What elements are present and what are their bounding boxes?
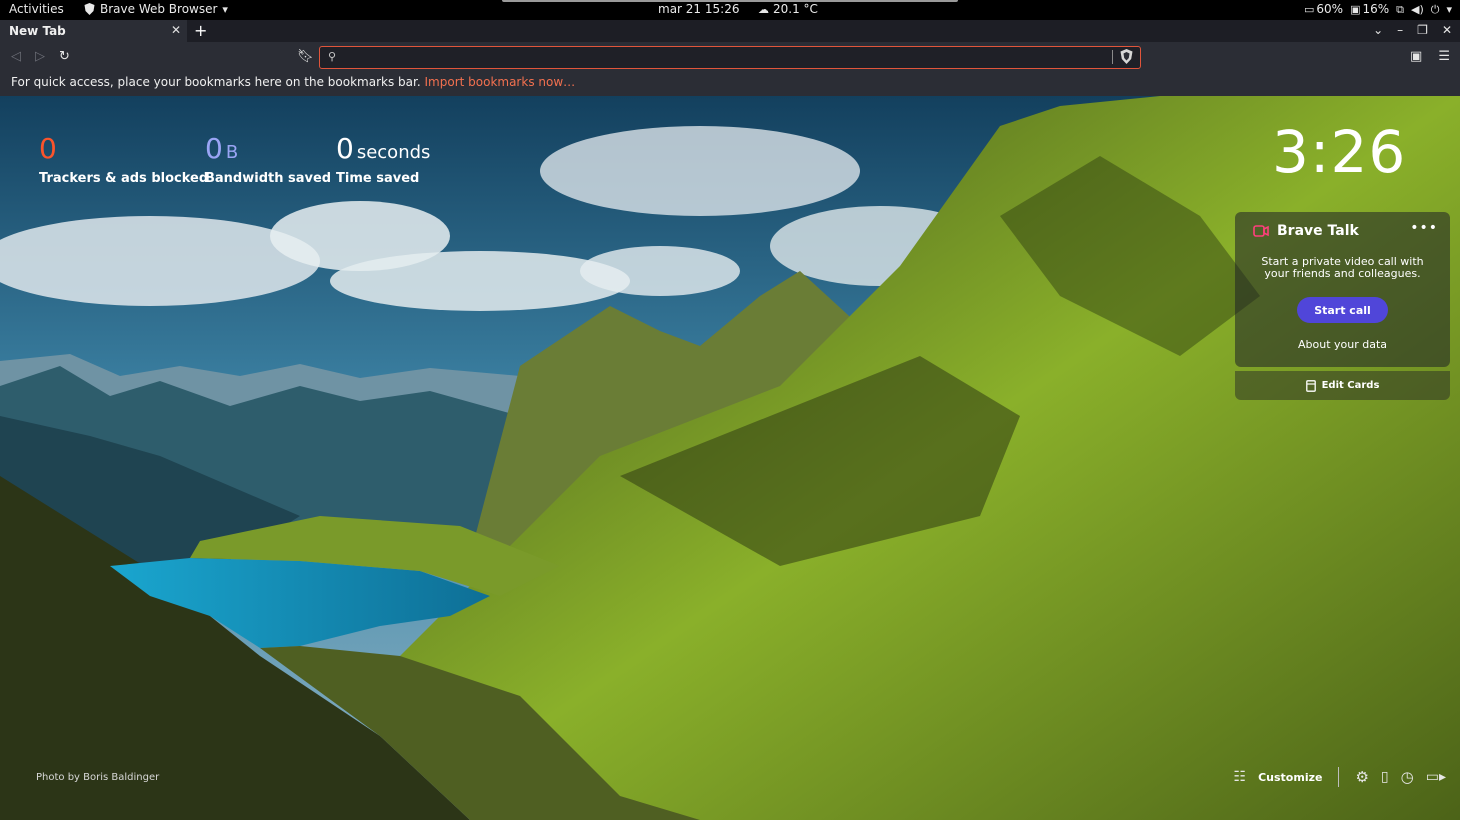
toolbar-actions: ▣ ☰ [1410,49,1450,64]
wallet-icon[interactable]: ▣ [1410,49,1422,64]
start-call-button[interactable]: Start call [1297,297,1388,323]
battery-indicator[interactable]: ▭ 60% [1304,2,1343,16]
brave-talk-header: Brave Talk [1253,223,1359,239]
settings-icon[interactable]: ⚙ [1355,769,1368,785]
disk-icon: ▣ [1350,2,1361,16]
customize-button[interactable]: Customize [1258,771,1322,784]
clock-widget: 3:26 [1272,118,1407,186]
time-count: 0 [336,132,354,165]
power-icon[interactable]: ⏻ [1431,4,1440,15]
gnome-top-bar: Activities Brave Web Browser ▾ mar 21 15… [0,0,1460,20]
video-camera-icon[interactable]: ▭▸ [1426,770,1446,784]
cloud-icon: ☁ [758,2,769,16]
network-icon[interactable]: ⧉ [1396,4,1404,15]
time-unit: seconds [356,142,431,163]
close-icon[interactable]: ✕ [1442,23,1452,37]
bandwidth-count: 0 [205,132,223,165]
bookmark-icon[interactable]: 🔖︎ [297,49,314,64]
back-icon[interactable]: ◁ [11,49,21,64]
battery-level: 60% [1316,2,1344,16]
photo-credit[interactable]: Photo by Boris Baldinger [36,772,159,783]
history-icon[interactable]: ◷ [1401,769,1414,785]
chevron-down-icon: ▾ [222,2,228,16]
volume-icon[interactable]: ◀) [1411,4,1424,15]
tab-new-tab[interactable]: New Tab ✕ [0,20,187,42]
search-icon: ⚲ [328,50,337,63]
weather[interactable]: ☁ 20.1 °C [758,2,818,16]
brave-shield-icon[interactable] [1120,49,1133,64]
bottom-toolbar: ☷ Customize ⚙ ▯ ◷ ▭▸ [1234,767,1446,787]
weather-temp: 20.1 °C [773,2,818,16]
chevron-down-icon[interactable]: ⌄ [1373,23,1383,37]
bandwidth-unit: B [225,142,239,163]
brave-talk-description: Start a private video call with your fri… [1261,255,1424,280]
date-time[interactable]: mar 21 15:26 [658,2,739,16]
trackers-count: 0 [39,132,57,165]
trackers-label: Trackers & ads blocked [39,171,209,186]
tab-strip: New Tab ✕ + ⌄ – ❐ ✕ [0,20,1460,42]
stat-trackers: 0 Trackers & ads blocked [39,132,209,187]
stat-bandwidth: 0B Bandwidth saved [205,132,332,187]
chevron-down-icon[interactable]: ▾ [1446,4,1452,15]
activities-button[interactable]: Activities [9,2,64,16]
storage-indicator[interactable]: ▣ 16% [1350,2,1389,16]
menu-icon[interactable]: ☰ [1438,49,1450,64]
brave-talk-title: Brave Talk [1277,223,1359,239]
background-photo [0,96,1460,820]
import-bookmarks-link[interactable]: Import bookmarks now… [425,75,576,89]
toolbar: ◁ ▷ ↻ 🔖︎ ⚲ ▣ ☰ [0,42,1460,72]
customize-icon[interactable]: ☷ [1234,770,1247,784]
brave-shield-icon [84,3,95,15]
storage-level: 16% [1362,2,1390,16]
bookmarks-hint: For quick access, place your bookmarks h… [11,75,575,89]
bandwidth-label: Bandwidth saved [205,171,332,186]
close-icon[interactable]: ✕ [171,23,181,37]
bookmarks-hint-text: For quick access, place your bookmarks h… [11,75,421,89]
landscape-illustration [0,96,1460,820]
bottom-divider [1338,767,1340,787]
about-data-link[interactable]: About your data [1235,338,1450,351]
edit-cards-icon [1305,379,1316,392]
minimize-icon[interactable]: – [1397,23,1403,37]
app-menu[interactable]: Brave Web Browser ▾ [84,2,228,16]
plus-icon[interactable]: + [194,21,207,40]
address-input[interactable] [346,48,1110,68]
app-name: Brave Web Browser [100,2,218,16]
forward-icon[interactable]: ▷ [35,49,45,64]
edit-cards-button[interactable]: Edit Cards [1235,371,1450,400]
brave-talk-icon [1253,225,1269,237]
bookmarks-icon[interactable]: ▯ [1381,770,1389,784]
time-label: Time saved [336,171,420,186]
tab-title: New Tab [9,24,66,38]
address-bar[interactable]: ⚲ [319,46,1141,69]
window-controls: ⌄ – ❐ ✕ [1373,23,1452,37]
system-tray[interactable]: ▭ 60% ▣ 16% ⧉ ◀) ⏻ ▾ [1304,2,1452,16]
bookmarks-bar: For quick access, place your bookmarks h… [0,72,1460,96]
more-icon[interactable]: ••• [1410,220,1438,236]
brave-talk-card: Brave Talk ••• Start a private video cal… [1235,212,1450,367]
omnibox-divider [1112,50,1113,64]
battery-icon: ▭ [1303,2,1315,16]
restore-icon[interactable]: ❐ [1417,23,1428,37]
reload-icon[interactable]: ↻ [59,49,70,64]
stat-time: 0 seconds Time saved [336,132,431,187]
edit-cards-label: Edit Cards [1321,380,1380,391]
